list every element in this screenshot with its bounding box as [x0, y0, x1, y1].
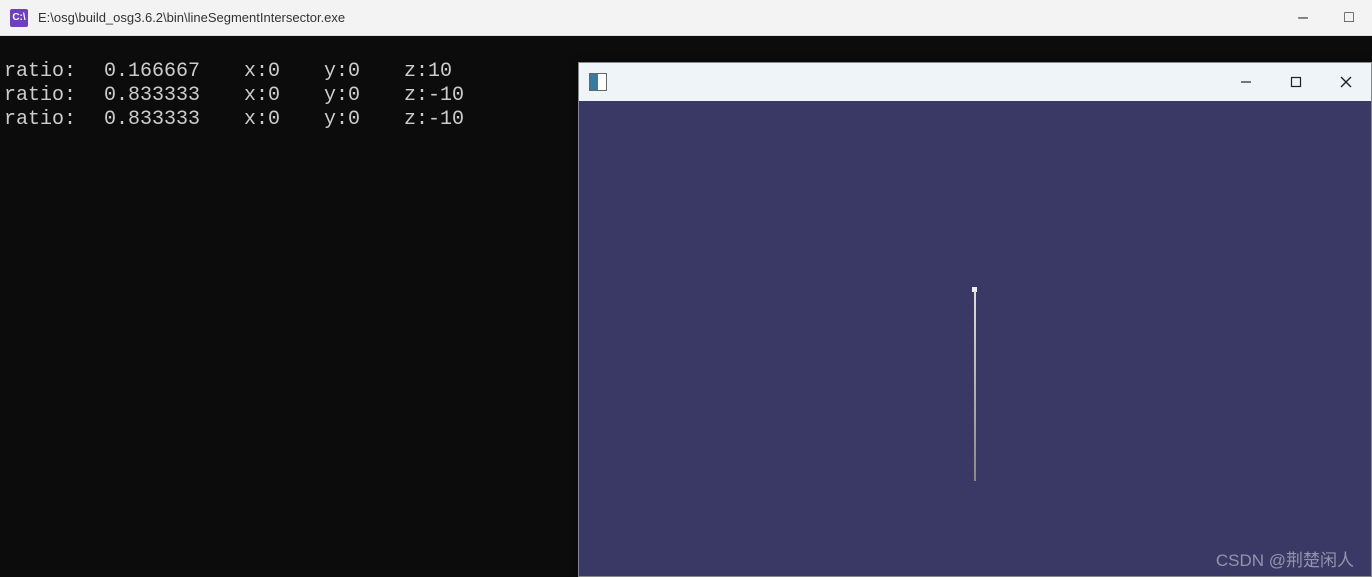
- viewer-titlebar[interactable]: [579, 63, 1371, 101]
- viewer-app-icon: [589, 73, 607, 91]
- output-ratio-value: 0.833333: [104, 108, 244, 132]
- output-ratio-label: ratio:: [4, 60, 104, 84]
- output-y: y:0: [324, 84, 404, 108]
- output-ratio-label: ratio:: [4, 84, 104, 108]
- output-z: z:-10: [404, 108, 464, 132]
- console-titlebar[interactable]: C:\ E:\osg\build_osg3.6.2\bin\lineSegmen…: [0, 0, 1372, 36]
- console-window-controls: — □: [1280, 0, 1372, 35]
- maximize-icon: [1289, 75, 1303, 89]
- viewer-minimize-button[interactable]: [1221, 63, 1271, 101]
- viewer-window-controls: [1221, 63, 1371, 101]
- viewer-close-button[interactable]: [1321, 63, 1371, 101]
- console-title: E:\osg\build_osg3.6.2\bin\lineSegmentInt…: [38, 10, 1280, 25]
- minimize-icon: [1239, 75, 1253, 89]
- output-ratio-value: 0.833333: [104, 84, 244, 108]
- console-maximize-button[interactable]: □: [1326, 0, 1372, 35]
- output-ratio-label: ratio:: [4, 108, 104, 132]
- output-x: x:0: [244, 84, 324, 108]
- console-minimize-button[interactable]: —: [1280, 0, 1326, 35]
- output-y: y:0: [324, 60, 404, 84]
- output-x: x:0: [244, 108, 324, 132]
- line-segment: [974, 291, 976, 481]
- output-z: z:-10: [404, 84, 464, 108]
- watermark: CSDN @荆楚闲人: [1216, 546, 1354, 571]
- viewer-maximize-button[interactable]: [1271, 63, 1321, 101]
- viewer-viewport[interactable]: [579, 101, 1371, 576]
- output-x: x:0: [244, 60, 324, 84]
- output-z: z:10: [404, 60, 452, 84]
- output-y: y:0: [324, 108, 404, 132]
- output-ratio-value: 0.166667: [104, 60, 244, 84]
- viewer-window: [578, 62, 1372, 577]
- console-app-icon: C:\: [10, 9, 28, 27]
- close-icon: [1339, 75, 1353, 89]
